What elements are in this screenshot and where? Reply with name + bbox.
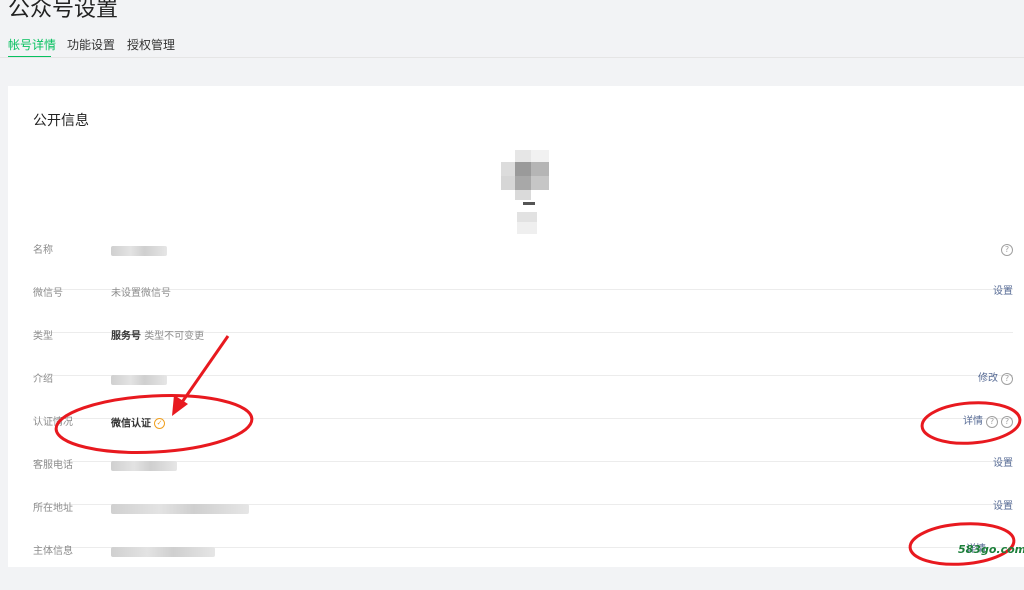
- public-info-card: 公开信息 名称 ? 微信号 未设置微信号 设置 类型 服务号 类型不可变更 介绍…: [8, 86, 1024, 567]
- phone-value-blurred: [111, 461, 177, 471]
- tab-feature-settings[interactable]: 功能设置: [67, 36, 115, 53]
- row-name: 名称 ?: [33, 244, 1013, 290]
- tab-bar: 帐号详情 功能设置 授权管理: [0, 30, 1024, 58]
- avatar[interactable]: [495, 144, 555, 238]
- row-intro: 介绍 修改 ?: [33, 373, 1013, 419]
- tab-authorization-management[interactable]: 授权管理: [127, 36, 175, 53]
- name-label: 名称: [33, 245, 53, 256]
- wechat-id-value: 未设置微信号: [111, 288, 171, 299]
- type-label: 类型: [33, 331, 53, 342]
- section-title: 公开信息: [33, 113, 89, 129]
- intro-value-blurred: [111, 375, 167, 385]
- verification-label: 认证情况: [33, 417, 73, 428]
- row-type: 类型 服务号 类型不可变更: [33, 332, 1013, 376]
- entity-value-blurred: [111, 547, 215, 557]
- type-note: 类型不可变更: [144, 331, 205, 342]
- check-circle-icon: ✓: [154, 418, 165, 429]
- phone-label: 客服电话: [33, 460, 73, 471]
- row-address: 所在地址 设置: [33, 502, 1013, 548]
- intro-label: 介绍: [33, 374, 53, 385]
- row-wechat-id: 微信号 未设置微信号 设置: [33, 287, 1013, 333]
- row-verification: 认证情况 微信认证 ✓ 详情 ? ?: [33, 416, 1013, 462]
- type-value-group: 服务号 类型不可变更: [111, 332, 204, 342]
- question-circle-icon[interactable]: ?: [986, 416, 998, 428]
- verification-details-link[interactable]: 详情: [963, 417, 983, 427]
- address-set-link[interactable]: 设置: [993, 502, 1013, 512]
- verification-value: 微信认证: [111, 418, 151, 430]
- wechat-id-set-link[interactable]: 设置: [993, 287, 1013, 297]
- verification-value-group: 微信认证 ✓: [111, 418, 165, 430]
- tab-account-details[interactable]: 帐号详情: [8, 36, 56, 53]
- wechat-id-label: 微信号: [33, 288, 63, 299]
- address-label: 所在地址: [33, 503, 73, 514]
- question-circle-icon[interactable]: ?: [1001, 244, 1013, 256]
- phone-set-link[interactable]: 设置: [993, 459, 1013, 469]
- entity-label: 主体信息: [33, 546, 73, 557]
- page-title: 公众号设置: [8, 0, 119, 22]
- row-phone: 客服电话 设置: [33, 459, 1013, 505]
- question-circle-icon[interactable]: ?: [1001, 373, 1013, 385]
- type-value: 服务号: [111, 331, 141, 342]
- question-circle-icon[interactable]: ?: [1001, 416, 1013, 428]
- row-entity: 主体信息 详情: [33, 545, 1013, 590]
- intro-edit-link[interactable]: 修改: [978, 374, 998, 384]
- name-value-blurred: [111, 246, 167, 256]
- watermark: 583go.com: [958, 543, 1024, 556]
- address-value-blurred: [111, 504, 249, 514]
- tab-divider: [0, 57, 1024, 58]
